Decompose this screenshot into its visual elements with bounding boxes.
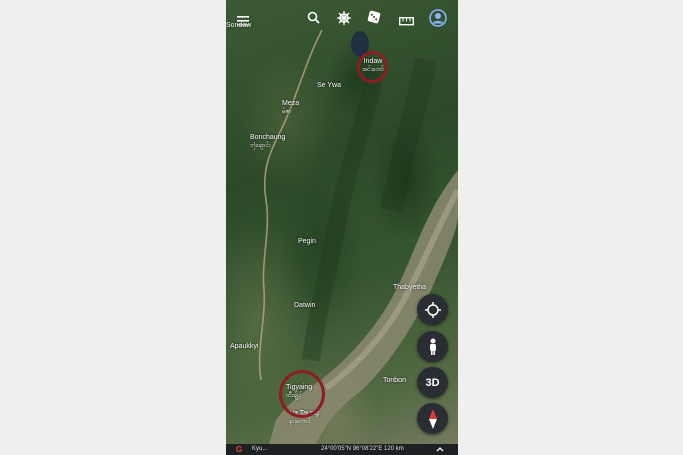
place-name: Meza	[282, 100, 300, 107]
crosshair-icon	[424, 301, 441, 318]
bottom-status-bar: G Kyu... 24°00'05"N 96°08'22"E 120 km	[226, 444, 458, 455]
place-label-pegin: Pegin	[298, 238, 316, 245]
compass-button[interactable]	[417, 403, 448, 434]
highlight-circle-indaw	[357, 51, 388, 83]
pegman-icon	[429, 338, 436, 355]
place-name-local: မဲဇာ	[282, 109, 292, 115]
place-label-apaukkyi: Apaukkyi	[230, 343, 259, 350]
three-d-button[interactable]: 3D	[417, 367, 448, 398]
place-name-local: ဘုံချောင်း	[250, 143, 271, 149]
compass-icon	[428, 408, 437, 429]
chevron-up-icon[interactable]	[436, 444, 444, 455]
my-location-button[interactable]	[417, 294, 448, 325]
map-view[interactable]: Sondaw Indaw အင်းတော် Se Ywa Meza မဲဇာ B…	[226, 0, 458, 455]
place-label-sondaw: Sondaw	[226, 22, 252, 29]
google-logo: G	[236, 445, 243, 454]
place-label-thabyetha: Thabyetha	[393, 284, 427, 291]
ship-wheel-icon[interactable]	[337, 11, 351, 30]
coordinates-readout: 24°00'05"N 96°08'22"E 120 km	[321, 446, 404, 452]
search-icon[interactable]	[307, 11, 320, 29]
place-label-tonbon: Tonbon	[383, 377, 406, 384]
dice-icon[interactable]	[367, 10, 381, 29]
place-label-datwin: Datwin	[294, 302, 316, 309]
ruler-icon[interactable]	[398, 13, 415, 31]
place-name-local: နားတောင်	[289, 419, 311, 425]
attribution-text: Kyu...	[252, 446, 268, 452]
place-label-bonchaung: Bonchaung ဘုံချောင်း	[250, 134, 285, 150]
account-icon[interactable]	[429, 9, 447, 32]
highlight-circle-tigyaing	[279, 370, 325, 418]
place-label-se-ywa: Se Ywa	[317, 82, 341, 89]
top-toolbar	[226, 0, 458, 36]
place-label-meza: Meza မဲဇာ	[282, 100, 299, 116]
street-view-button[interactable]	[417, 331, 448, 362]
place-name: Bonchaung	[250, 134, 286, 141]
